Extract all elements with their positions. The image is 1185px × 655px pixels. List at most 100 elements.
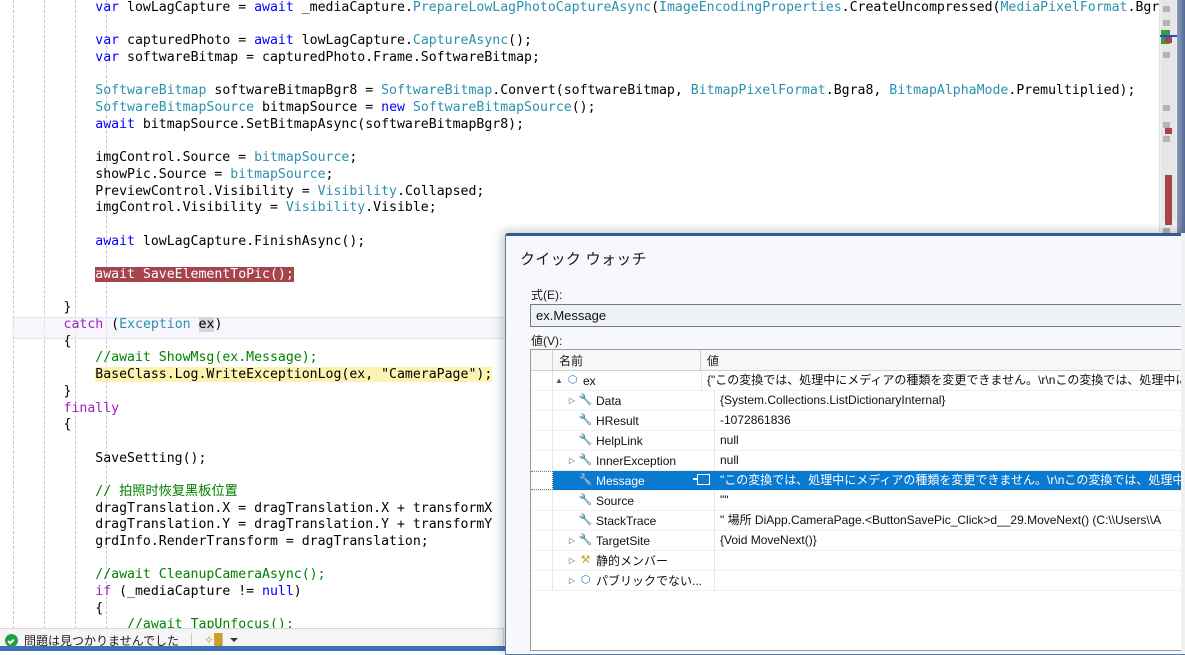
table-row[interactable]: 🔧HResult-1072861836 <box>531 411 1185 431</box>
row-name-cell[interactable]: 🔧HelpLink <box>553 431 714 450</box>
code-token: bitmapSource <box>230 167 325 182</box>
status-separator <box>191 633 192 647</box>
code-token: .Convert(softwareBitmap, <box>492 83 691 98</box>
code-token: .Visible; <box>365 200 436 215</box>
expand-toggle-icon[interactable]: ▷ <box>566 451 578 470</box>
code-line[interactable]: var softwareBitmap = capturedPhoto.Frame… <box>0 50 1185 67</box>
expand-toggle-icon[interactable]: ▷ <box>566 571 578 590</box>
table-row[interactable]: ▷🔧TargetSite{Void MoveNext()} <box>531 531 1185 551</box>
wrench-icon: 🔧 <box>578 471 593 490</box>
code-token: SoftwareBitmap <box>95 83 206 98</box>
code-token: MediaPixelFormat <box>1000 0 1127 15</box>
row-value-cell[interactable]: " 場所 DiApp.CameraPage.<ButtonSavePic_Cli… <box>714 511 1185 530</box>
code-token: //await CleanupCameraAsync(); <box>95 567 325 582</box>
code-line[interactable] <box>0 67 1185 84</box>
broom-icon[interactable]: ✧█ <box>204 633 223 647</box>
row-value-cell[interactable]: null <box>714 431 1185 450</box>
code-token: // 拍照时恢复黑板位置 <box>95 484 238 499</box>
chevron-down-icon[interactable] <box>230 638 238 642</box>
table-row[interactable]: 🔧StackTrace" 場所 DiApp.CameraPage.<Button… <box>531 511 1185 531</box>
row-name-cell[interactable]: ▷⬡パブリックでない... <box>553 571 714 590</box>
code-token: ImageEncodingProperties <box>659 0 842 15</box>
row-gutter <box>531 551 553 570</box>
code-token: if <box>95 584 111 599</box>
row-value-cell[interactable]: "この変換では、処理中にメディアの種類を変更できません。\r\nこの変換では、処… <box>714 471 1185 490</box>
row-name-cell[interactable]: ▷🔧TargetSite <box>553 531 714 550</box>
table-row[interactable]: 🔧Source"" <box>531 491 1185 511</box>
code-token <box>0 567 95 582</box>
table-row[interactable]: 🔧HelpLinknull <box>531 431 1185 451</box>
expand-toggle-icon[interactable]: ▲ <box>553 371 565 390</box>
code-line[interactable]: imgControl.Visibility = Visibility.Visib… <box>0 200 1185 217</box>
code-line[interactable]: imgControl.Source = bitmapSource; <box>0 150 1185 167</box>
wrench-icon: 🔧 <box>578 391 593 410</box>
code-line[interactable] <box>0 17 1185 34</box>
row-value-cell[interactable]: -1072861836 <box>714 411 1185 430</box>
quick-watch-dialog[interactable]: クイック ウォッチ 式(E): 値(V): 名前 値 ▲⬡ex{"この変換では、… <box>505 233 1185 655</box>
static-members-icon: ⚒ <box>578 551 593 570</box>
table-row[interactable]: ▷🔧Data{System.Collections.ListDictionary… <box>531 391 1185 411</box>
row-name-cell[interactable]: 🔧Source <box>553 491 714 510</box>
code-token: dragTranslation.X = dragTranslation.X + … <box>0 501 492 516</box>
code-token: .CreateUncompressed( <box>842 0 1001 15</box>
row-value-cell[interactable]: {System.Collections.ListDictionaryIntern… <box>714 391 1185 410</box>
code-token: BaseClass.Log.WriteExceptionLog(ex, "Cam… <box>95 367 492 382</box>
table-row[interactable]: ▲⬡ex{"この変換では、処理中にメディアの種類を変更できません。\r\nこの変… <box>531 371 1185 391</box>
row-gutter <box>531 391 553 410</box>
code-token: (); <box>508 33 532 48</box>
row-value-cell[interactable]: "" <box>714 491 1185 510</box>
row-name-cell[interactable]: ▷🔧InnerException <box>553 451 714 470</box>
expression-input[interactable] <box>530 304 1185 327</box>
code-token <box>405 100 413 115</box>
code-line[interactable]: SoftwareBitmapSource bitmapSource = new … <box>0 100 1185 117</box>
code-token: CaptureAsync <box>413 33 508 48</box>
code-token <box>0 0 95 15</box>
code-line[interactable] <box>0 217 1185 234</box>
grid-body[interactable]: ▲⬡ex{"この変換では、処理中にメディアの種類を変更できません。\r\nこの変… <box>531 371 1185 591</box>
code-token <box>0 50 95 65</box>
code-token: var <box>95 0 119 15</box>
table-row[interactable]: ▷⬡パブリックでない... <box>531 571 1185 591</box>
code-token <box>0 367 95 382</box>
code-line[interactable] <box>0 134 1185 151</box>
code-token: imgControl.Visibility = <box>0 200 286 215</box>
table-row[interactable]: ▷🔧InnerExceptionnull <box>531 451 1185 471</box>
watch-value-grid[interactable]: 名前 値 ▲⬡ex{"この変換では、処理中にメディアの種類を変更できません。\r… <box>530 349 1185 651</box>
row-name-label: 静的メンバー <box>593 552 668 569</box>
row-name-cell[interactable]: ▷⚒静的メンバー <box>553 551 714 570</box>
table-row[interactable]: ▷⚒静的メンバー <box>531 551 1185 571</box>
row-value-cell[interactable] <box>714 551 1185 570</box>
row-value-cell[interactable]: null <box>714 451 1185 470</box>
row-gutter <box>531 491 553 510</box>
code-line[interactable]: var capturedPhoto = await lowLagCapture.… <box>0 33 1185 50</box>
row-gutter <box>531 531 553 550</box>
wrench-icon: 🔧 <box>578 451 593 470</box>
code-token: lowLagCapture = <box>119 0 254 15</box>
code-line[interactable]: await bitmapSource.SetBitmapAsync(softwa… <box>0 117 1185 134</box>
grid-header-value[interactable]: 値 <box>701 350 1185 370</box>
expand-toggle-icon[interactable]: ▷ <box>566 391 578 410</box>
row-name-label: ex <box>580 374 596 388</box>
row-value-cell[interactable] <box>714 571 1185 590</box>
code-token: { <box>0 601 103 616</box>
grid-header-name[interactable]: 名前 <box>553 350 701 370</box>
row-name-cell[interactable]: 🔧Message <box>553 471 714 490</box>
row-name-cell[interactable]: 🔧StackTrace <box>553 511 714 530</box>
row-value-cell[interactable]: {Void MoveNext()} <box>714 531 1185 550</box>
code-token: await <box>95 234 135 249</box>
table-row[interactable]: 🔧Message"この変換では、処理中にメディアの種類を変更できません。\r\n… <box>531 471 1185 491</box>
code-line[interactable]: showPic.Source = bitmapSource; <box>0 167 1185 184</box>
pin-to-source-icon[interactable] <box>697 474 710 485</box>
code-line[interactable]: PreviewControl.Visibility = Visibility.C… <box>0 184 1185 201</box>
code-line[interactable]: var lowLagCapture = await _mediaCapture.… <box>0 0 1185 17</box>
row-value-cell[interactable]: {"この変換では、処理中にメディアの種類を変更できません。\r\nこの変換では、… <box>701 371 1185 390</box>
row-name-label: TargetSite <box>593 534 650 548</box>
code-line[interactable]: SoftwareBitmap softwareBitmapBgr8 = Soft… <box>0 83 1185 100</box>
expand-toggle-icon[interactable]: ▷ <box>566 551 578 570</box>
dialog-title: クイック ウォッチ <box>520 248 647 269</box>
row-name-cell[interactable]: ▲⬡ex <box>553 371 701 390</box>
expand-toggle-icon[interactable]: ▷ <box>566 531 578 550</box>
code-token: ( <box>103 317 119 332</box>
row-name-cell[interactable]: ▷🔧Data <box>553 391 714 410</box>
row-name-cell[interactable]: 🔧HResult <box>553 411 714 430</box>
